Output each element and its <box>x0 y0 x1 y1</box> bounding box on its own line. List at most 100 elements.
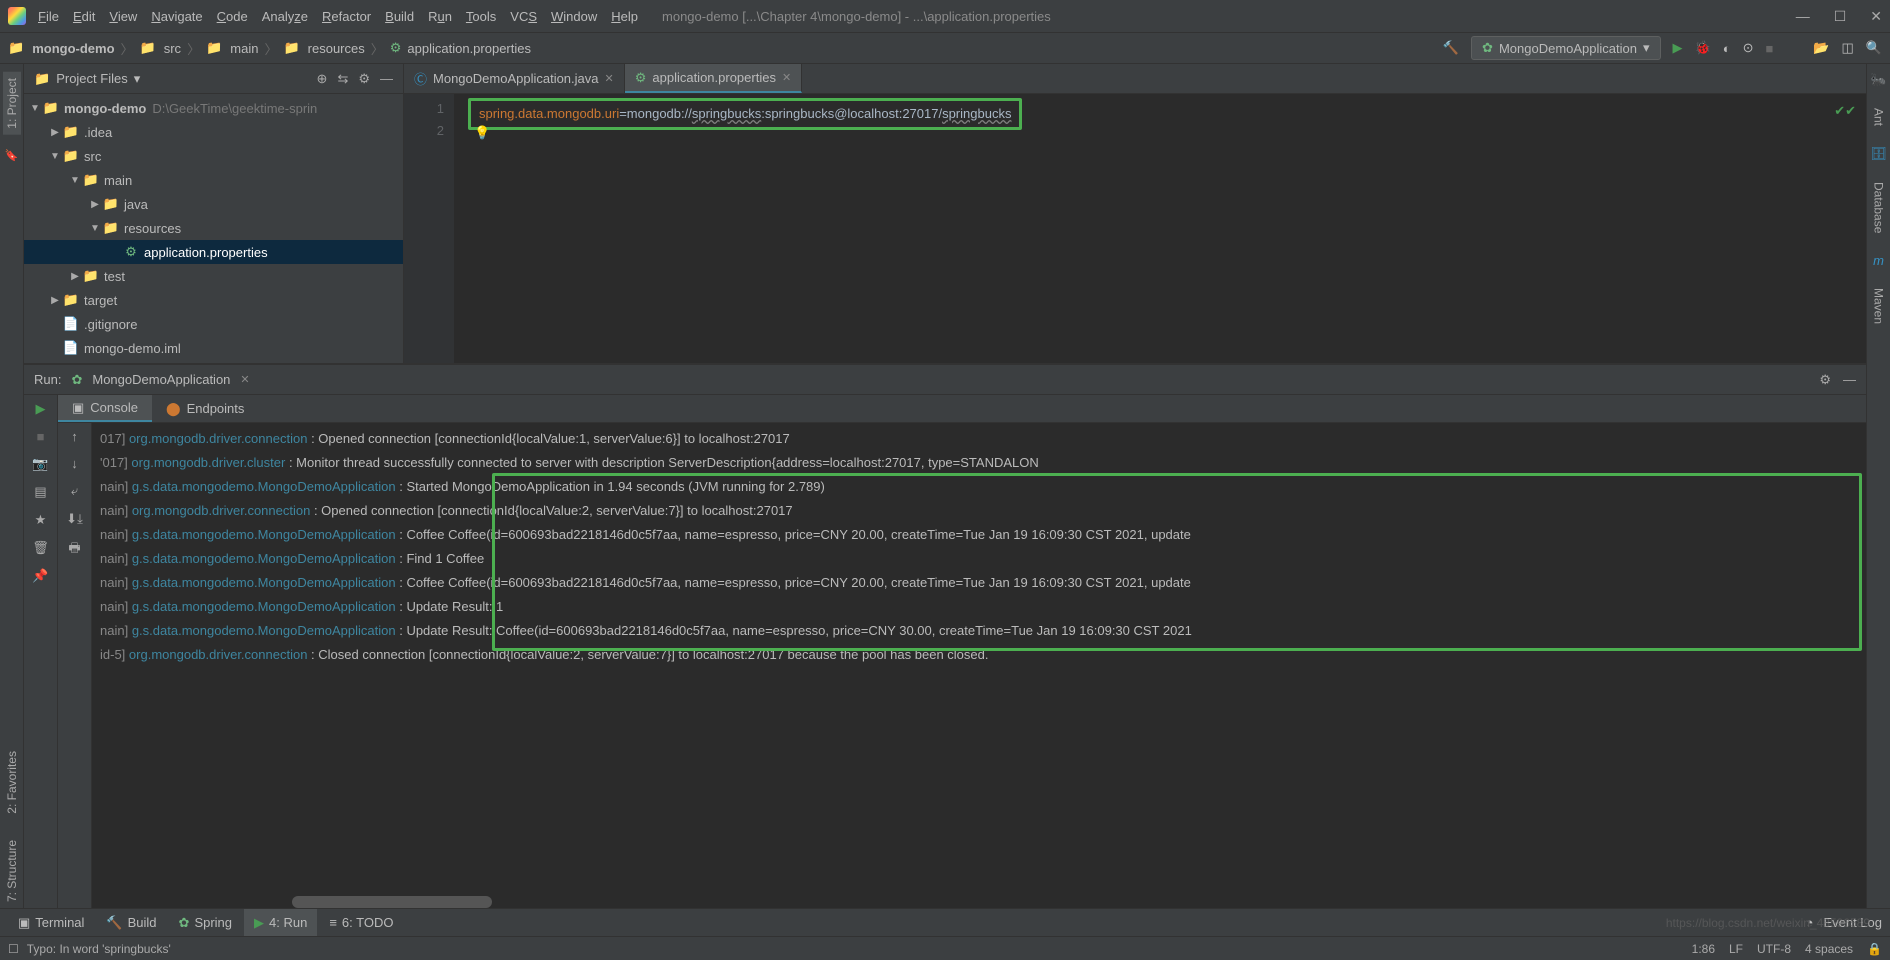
menu-run[interactable]: Run <box>428 9 452 24</box>
menu-vcs[interactable]: VCS <box>510 9 537 24</box>
print-icon[interactable]: 🖶 <box>68 539 80 561</box>
ant-tool-tab[interactable]: Ant <box>1870 102 1888 132</box>
tree-row[interactable]: 📄.gitignore <box>24 312 403 336</box>
todo-tab[interactable]: ≡6: TODO <box>319 909 403 936</box>
code-area[interactable]: spring.data.mongodb.uri=mongodb://spring… <box>454 94 1866 363</box>
minimize-button[interactable]: — <box>1796 8 1810 25</box>
lock-icon[interactable]: 🔒 <box>1867 942 1882 956</box>
tree-row[interactable]: ▼📁src <box>24 144 403 168</box>
pin-button[interactable]: 📌 <box>32 568 48 584</box>
run-tab[interactable]: ▶4: Run <box>244 909 317 936</box>
profile-button[interactable]: ⊙ <box>1743 40 1754 56</box>
breadcrumb-item[interactable]: mongo-demo <box>32 41 114 56</box>
run-button[interactable]: ▶ <box>1673 40 1683 56</box>
inspection-status-icon[interactable]: ✔✔ <box>1834 100 1856 122</box>
menu-code[interactable]: Code <box>217 9 248 24</box>
hide-icon[interactable]: — <box>1843 372 1856 388</box>
terminal-tab[interactable]: ▣Terminal <box>8 909 94 936</box>
up-icon[interactable]: ↑ <box>71 429 78 444</box>
rerun-button[interactable]: ▶ <box>36 401 46 417</box>
expand-icon[interactable]: ⇆ <box>337 71 348 87</box>
breadcrumb-item[interactable]: application.properties <box>407 41 531 56</box>
encoding[interactable]: UTF-8 <box>1757 942 1791 956</box>
project-tool-tab[interactable]: 1: Project <box>3 72 21 135</box>
editor-body[interactable]: 1 2 spring.data.mongodb.uri=mongodb://sp… <box>404 94 1866 363</box>
tree-row[interactable]: ▶📁test <box>24 264 403 288</box>
maven-tool-tab[interactable]: Maven <box>1870 282 1888 330</box>
menu-refactor[interactable]: Refactor <box>322 9 371 24</box>
tree-row[interactable]: ▼📁main <box>24 168 403 192</box>
structure-tool-tab[interactable]: 7: Structure <box>3 834 21 908</box>
database-tool-tab[interactable]: Database <box>1870 176 1888 239</box>
hammer-icon[interactable]: 🔨 <box>1443 40 1459 56</box>
status-icon[interactable]: ☐ <box>8 942 19 956</box>
stop-button[interactable]: ■ <box>37 429 45 444</box>
gear-icon[interactable]: ⚙ <box>1819 372 1831 388</box>
tree-row[interactable]: 📄mongo-demo.iml <box>24 336 403 360</box>
dump-button[interactable]: 📷 <box>32 456 48 472</box>
build-tab[interactable]: 🔨Build <box>96 909 166 936</box>
chevron-down-icon[interactable]: ▾ <box>134 71 141 87</box>
menu-navigate[interactable]: Navigate <box>151 9 202 24</box>
breadcrumb-item[interactable]: src <box>164 41 181 56</box>
horizontal-scrollbar[interactable] <box>292 896 492 908</box>
spring-tab[interactable]: ✿Spring <box>169 909 242 936</box>
breadcrumb-item[interactable]: resources <box>308 41 365 56</box>
menu-window[interactable]: Window <box>551 9 597 24</box>
wrap-icon[interactable]: ⤶ <box>71 483 78 499</box>
coverage-button[interactable]: ◐ <box>1723 41 1731 56</box>
vcs-button[interactable]: 📂 <box>1813 40 1829 56</box>
menu-analyze[interactable]: Analyze <box>262 9 308 24</box>
layout-button[interactable]: ▤ <box>34 484 46 500</box>
breadcrumb-item[interactable]: main <box>230 41 258 56</box>
menu-help[interactable]: Help <box>611 9 638 24</box>
close-icon[interactable]: ✕ <box>782 71 791 84</box>
exit-button[interactable]: ★ <box>35 512 47 528</box>
tree-row[interactable]: ▶📁java <box>24 192 403 216</box>
tree-row[interactable]: ▼📁resources <box>24 216 403 240</box>
indent[interactable]: 4 spaces <box>1805 942 1853 956</box>
hide-icon[interactable]: — <box>380 71 393 87</box>
locate-icon[interactable]: ⊕ <box>317 71 328 87</box>
folder-icon: 📁 <box>206 40 222 56</box>
menu-build[interactable]: Build <box>385 9 414 24</box>
menu-view[interactable]: View <box>109 9 137 24</box>
breadcrumb: 📁 mongo-demo 〉 📁 src 〉 📁 main 〉 📁 resour… <box>8 39 531 58</box>
status-bar: ☐ Typo: In word 'springbucks' 1:86 LF UT… <box>0 936 1890 960</box>
endpoints-tab[interactable]: ⬤ Endpoints <box>152 395 258 422</box>
stop-button[interactable]: ■ <box>1765 41 1773 56</box>
tree-row[interactable]: ▶📁.idea <box>24 120 403 144</box>
trash-button[interactable]: 🗑 <box>32 540 49 556</box>
favorites-tool-tab[interactable]: 2: Favorites <box>3 745 21 820</box>
console-line: nain] g.s.data.mongodemo.MongoDemoApplic… <box>100 571 1858 595</box>
down-icon[interactable]: ↓ <box>71 456 78 471</box>
tree-row[interactable]: ▶📁target <box>24 288 403 312</box>
bookmark-icon[interactable]: 🔖 <box>5 149 19 162</box>
editor-tab[interactable]: Ⓒ MongoDemoApplication.java ✕ <box>404 64 625 93</box>
close-icon[interactable]: ✕ <box>605 72 614 85</box>
tree-row[interactable]: ⚙application.properties <box>24 240 403 264</box>
titlebar: File Edit View Navigate Code Analyze Ref… <box>0 0 1890 32</box>
project-tree[interactable]: ▼ 📁 mongo-demo D:\GeekTime\geektime-spri… <box>24 94 403 363</box>
maximize-button[interactable]: ☐ <box>1834 8 1847 25</box>
intention-bulb-icon[interactable]: 💡 <box>474 122 490 144</box>
menu-tools[interactable]: Tools <box>466 9 496 24</box>
tree-root[interactable]: ▼ 📁 mongo-demo D:\GeekTime\geektime-spri… <box>24 96 403 120</box>
debug-button[interactable]: 🐞 <box>1695 40 1711 56</box>
editor-tab[interactable]: ⚙ application.properties ✕ <box>625 64 802 93</box>
close-icon[interactable]: ✕ <box>240 373 249 386</box>
run-config-selector[interactable]: ✿ MongoDemoApplication ▾ <box>1471 36 1660 60</box>
caret-position[interactable]: 1:86 <box>1692 942 1715 956</box>
open-button[interactable]: ◫ <box>1842 40 1854 56</box>
project-view-title[interactable]: Project Files <box>56 71 128 86</box>
line-separator[interactable]: LF <box>1729 942 1743 956</box>
menu-edit[interactable]: Edit <box>73 9 95 24</box>
scroll-icon[interactable]: ⬇⤓ <box>66 511 83 527</box>
close-button[interactable]: ✕ <box>1870 8 1882 25</box>
search-button[interactable]: 🔍 <box>1866 40 1882 56</box>
menu-file[interactable]: File <box>38 9 59 24</box>
gear-icon[interactable]: ⚙ <box>358 71 370 87</box>
console-output[interactable]: 017] org.mongodb.driver.connection : Ope… <box>92 423 1866 908</box>
console-icon: ▣ <box>72 400 84 416</box>
console-tab[interactable]: ▣ Console <box>58 395 152 422</box>
